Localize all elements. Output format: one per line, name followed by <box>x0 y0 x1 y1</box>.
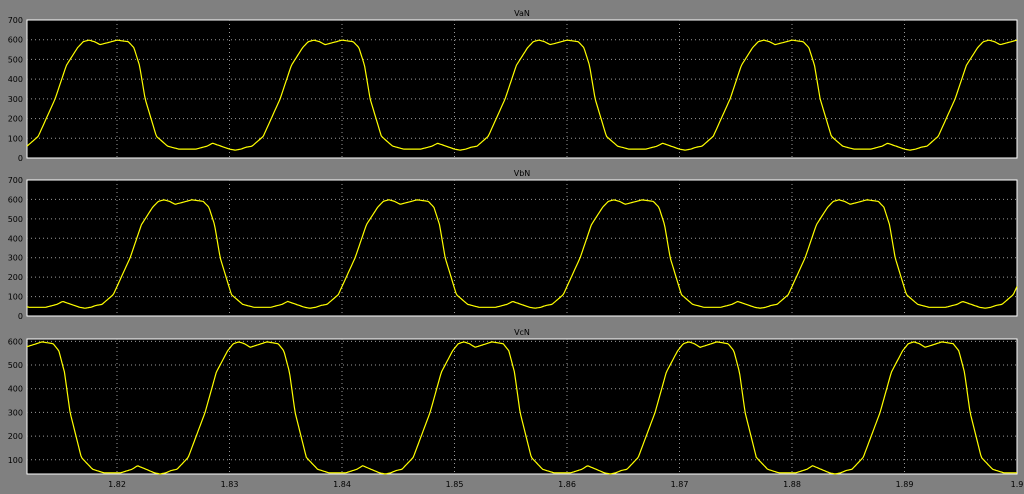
x-tick-label: 1.88 <box>783 480 801 489</box>
panel-title: VaN <box>514 9 530 18</box>
y-tick-label: 500 <box>8 215 23 224</box>
y-tick-label: 400 <box>8 75 23 84</box>
y-tick-label: 300 <box>8 95 23 104</box>
y-tick-label: 0 <box>18 312 23 321</box>
x-tick-label: 1.84 <box>333 480 351 489</box>
y-tick-label: 600 <box>8 195 23 204</box>
y-tick-label: 100 <box>8 134 23 143</box>
plot-area <box>26 338 1018 475</box>
y-tick-label: 500 <box>8 361 23 370</box>
y-tick-label: 200 <box>8 115 23 124</box>
y-tick-label: 100 <box>8 456 23 465</box>
x-tick-label: 1.86 <box>558 480 576 489</box>
y-tick-label: 300 <box>8 408 23 417</box>
y-tick-label: 400 <box>8 234 23 243</box>
x-tick-label: 1.83 <box>221 480 239 489</box>
x-tick-label: 1.85 <box>446 480 464 489</box>
y-tick-label: 600 <box>8 337 23 346</box>
x-tick-label: 1.82 <box>108 480 126 489</box>
y-tick-label: 700 <box>8 16 23 25</box>
x-tick-label: 1.89 <box>896 480 914 489</box>
panel-VbN: VbN 0 100 200 300 400 500 600 700 <box>8 169 1018 321</box>
x-tick-label: 1.87 <box>671 480 689 489</box>
scope-figure: VaN 0 100 200 300 400 500 600 700 VbN 0 100 200 300 40… <box>8 9 1024 489</box>
panel-title: VcN <box>514 328 530 337</box>
y-tick-label: 300 <box>8 254 23 263</box>
y-tick-label: 400 <box>8 385 23 394</box>
y-tick-label: 500 <box>8 55 23 64</box>
x-tick-label: 1.9 <box>1011 480 1024 489</box>
y-tick-label: 200 <box>8 432 23 441</box>
y-tick-label: 0 <box>18 154 23 163</box>
plot-area <box>26 19 1018 159</box>
panel-VcN: VcN 100 200 300 400 500 600 1.82 1.83 1.84 1.85 1.8… <box>8 328 1024 489</box>
panel-VaN: VaN 0 100 200 300 400 500 600 700 <box>8 9 1018 163</box>
y-tick-label: 600 <box>8 36 23 45</box>
y-tick-label: 100 <box>8 293 23 302</box>
y-tick-label: 200 <box>8 273 23 282</box>
y-tick-label: 700 <box>8 176 23 185</box>
panel-title: VbN <box>514 169 531 178</box>
